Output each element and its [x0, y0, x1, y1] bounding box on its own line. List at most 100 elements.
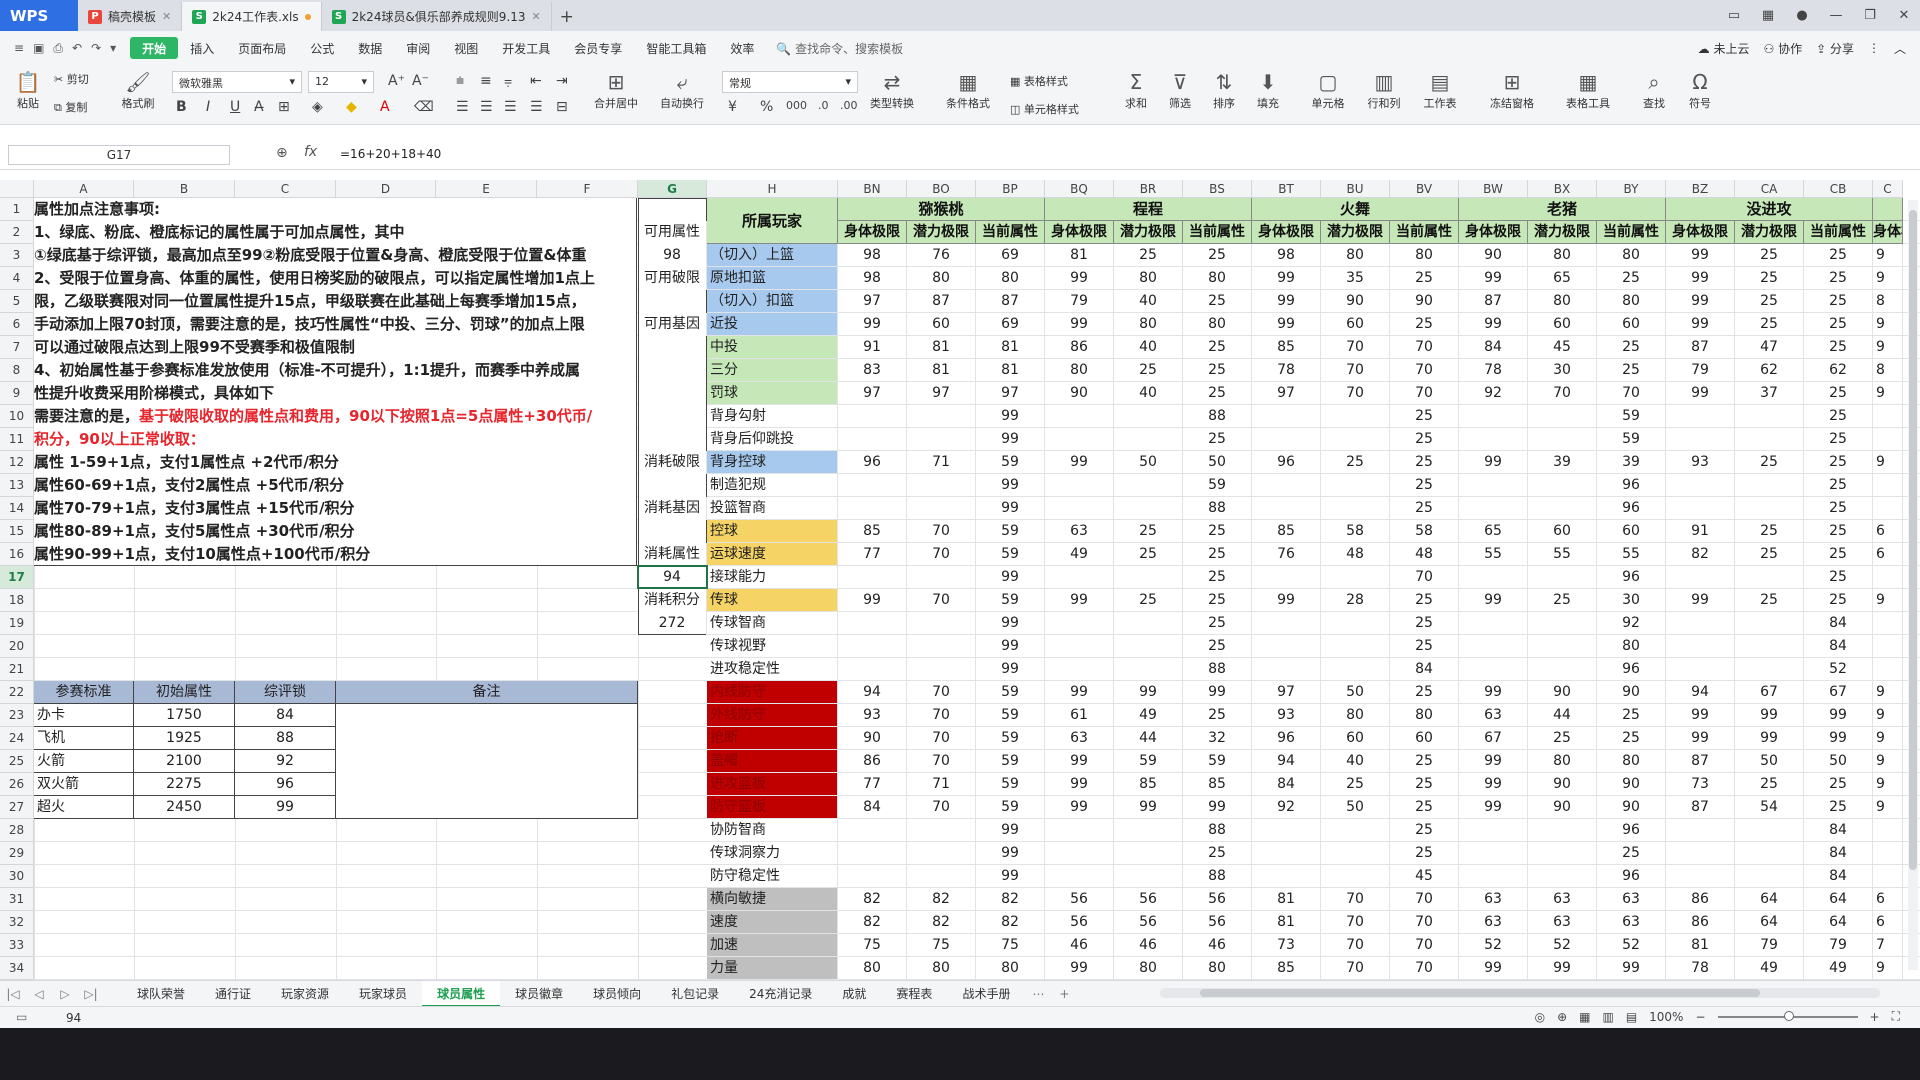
attribute-value[interactable]: 25 [1114, 543, 1183, 566]
row-header[interactable]: 11 [0, 428, 34, 451]
attribute-value[interactable]: 99 [1045, 957, 1114, 980]
attribute-value[interactable]: 67 [1804, 681, 1873, 704]
attribute-value[interactable]: 99 [1114, 796, 1183, 819]
restore-icon[interactable]: ❐ [1854, 8, 1886, 23]
std-table-remark-cell[interactable] [336, 704, 638, 819]
menu-item[interactable]: 插入 [178, 37, 226, 59]
attribute-value[interactable]: 59 [976, 589, 1045, 612]
row-header[interactable]: 4 [0, 267, 34, 290]
attribute-value[interactable] [1459, 842, 1528, 865]
attribute-value[interactable] [1735, 566, 1804, 589]
attribute-value[interactable] [1321, 566, 1390, 589]
attribute-value[interactable]: 80 [1390, 244, 1459, 267]
sheet-tab[interactable]: 球员倾向 [578, 981, 656, 1007]
attribute-value[interactable]: 79 [1735, 934, 1804, 957]
sub-header[interactable]: 潜力极限 [1735, 221, 1804, 244]
attribute-value[interactable] [1321, 819, 1390, 842]
attribute-value[interactable] [1252, 474, 1321, 497]
attribute-value[interactable]: 77 [838, 543, 907, 566]
attribute-value[interactable]: 64 [1735, 888, 1804, 911]
std-table-header[interactable]: 初始属性 [134, 681, 235, 704]
attribute-value[interactable]: 70 [907, 589, 976, 612]
vertical-scrollbar[interactable] [1908, 200, 1918, 970]
attribute-value[interactable]: 56 [1114, 911, 1183, 934]
attribute-value[interactable]: 69 [976, 244, 1045, 267]
attribute-value[interactable]: 46 [1045, 934, 1114, 957]
attribute-value[interactable]: 81 [907, 359, 976, 382]
attribute-value[interactable]: 50 [1321, 796, 1390, 819]
attribute-value[interactable]: 69 [976, 313, 1045, 336]
attribute-value[interactable]: 99 [1114, 681, 1183, 704]
column-header[interactable]: E [436, 180, 537, 198]
attribute-value[interactable]: 70 [1390, 888, 1459, 911]
symbol-button[interactable]: Ω 符号 [1682, 69, 1718, 111]
attribute-value[interactable]: 81 [976, 359, 1045, 382]
attribute-value[interactable]: 85 [1114, 773, 1183, 796]
row-header[interactable]: 32 [0, 911, 34, 934]
attribute-value[interactable]: 59 [976, 773, 1045, 796]
attribute-value[interactable]: 80 [838, 957, 907, 980]
attribute-value[interactable]: 25 [1183, 612, 1252, 635]
attribute-value[interactable]: 99 [1045, 750, 1114, 773]
attribute-value[interactable]: 84 [1804, 865, 1873, 888]
attribute-value[interactable]: 90 [838, 727, 907, 750]
attribute-value[interactable] [1666, 612, 1735, 635]
menu-item[interactable]: 页面布局 [226, 37, 298, 59]
attribute-value[interactable]: 49 [1804, 957, 1873, 980]
attribute-value[interactable] [1666, 842, 1735, 865]
attribute-value[interactable]: 71 [907, 451, 976, 474]
row-header[interactable]: 25 [0, 750, 34, 773]
attribute-value[interactable]: 25 [1804, 773, 1873, 796]
page-layout-icon[interactable]: ▥ [1602, 1010, 1613, 1024]
attribute-value[interactable]: 99 [1666, 244, 1735, 267]
attribute-name[interactable]: 横向敏捷 [707, 888, 838, 911]
hamburger-icon[interactable]: ≡ [14, 41, 24, 56]
attribute-value[interactable]: 93 [838, 704, 907, 727]
attribute-value[interactable]: 25 [1735, 313, 1804, 336]
attribute-value[interactable]: 70 [907, 543, 976, 566]
attribute-value[interactable]: 78 [1666, 957, 1735, 980]
add-sheet-icon[interactable]: + [1051, 987, 1077, 1001]
attribute-value[interactable] [1528, 635, 1597, 658]
attribute-value[interactable] [1114, 566, 1183, 589]
attribute-name[interactable]: 控球 [707, 520, 838, 543]
attribute-value[interactable]: 6 [1873, 543, 1903, 566]
attribute-value[interactable] [1666, 865, 1735, 888]
attribute-value[interactable] [1873, 405, 1903, 428]
attribute-value[interactable]: 90 [1528, 796, 1597, 819]
attribute-value[interactable] [1873, 658, 1903, 681]
attribute-value[interactable] [1528, 428, 1597, 451]
row-header[interactable]: 2 [0, 221, 34, 244]
attribute-value[interactable]: 70 [1390, 934, 1459, 957]
attribute-value[interactable]: 59 [1114, 750, 1183, 773]
sheet-tab[interactable]: 赛程表 [881, 981, 947, 1007]
attribute-value[interactable] [1459, 566, 1528, 589]
attribute-value[interactable]: 70 [1321, 934, 1390, 957]
attribute-value[interactable]: 25 [1183, 382, 1252, 405]
cell-style-button[interactable]: ◫ 单元格样式 [1010, 101, 1079, 117]
attribute-value[interactable]: 82 [838, 888, 907, 911]
align-top-icon[interactable]: ⩧ [456, 73, 464, 89]
attribute-value[interactable]: 60 [1597, 520, 1666, 543]
attribute-value[interactable]: 99 [1045, 589, 1114, 612]
attribute-value[interactable]: 99 [1735, 727, 1804, 750]
attribute-value[interactable]: 58 [1390, 520, 1459, 543]
attribute-value[interactable]: 84 [1804, 612, 1873, 635]
attribute-value[interactable]: 70 [907, 750, 976, 773]
attribute-value[interactable]: 70 [1321, 911, 1390, 934]
attribute-value[interactable] [907, 865, 976, 888]
attribute-value[interactable] [838, 635, 907, 658]
row-header[interactable]: 12 [0, 451, 34, 474]
attribute-value[interactable]: 80 [1183, 313, 1252, 336]
attribute-value[interactable] [1528, 566, 1597, 589]
attribute-name[interactable]: 防守篮板 [707, 796, 838, 819]
attribute-value[interactable]: 67 [1735, 681, 1804, 704]
worksheet-button[interactable]: ▤ 工作表 [1418, 69, 1462, 111]
std-table-cell[interactable]: 1925 [134, 727, 235, 750]
attribute-value[interactable]: 9 [1873, 267, 1903, 290]
attribute-value[interactable] [907, 566, 976, 589]
attribute-value[interactable]: 86 [1666, 911, 1735, 934]
menu-item[interactable]: 视图 [442, 37, 490, 59]
attribute-value[interactable]: 86 [1045, 336, 1114, 359]
attribute-value[interactable] [1459, 819, 1528, 842]
